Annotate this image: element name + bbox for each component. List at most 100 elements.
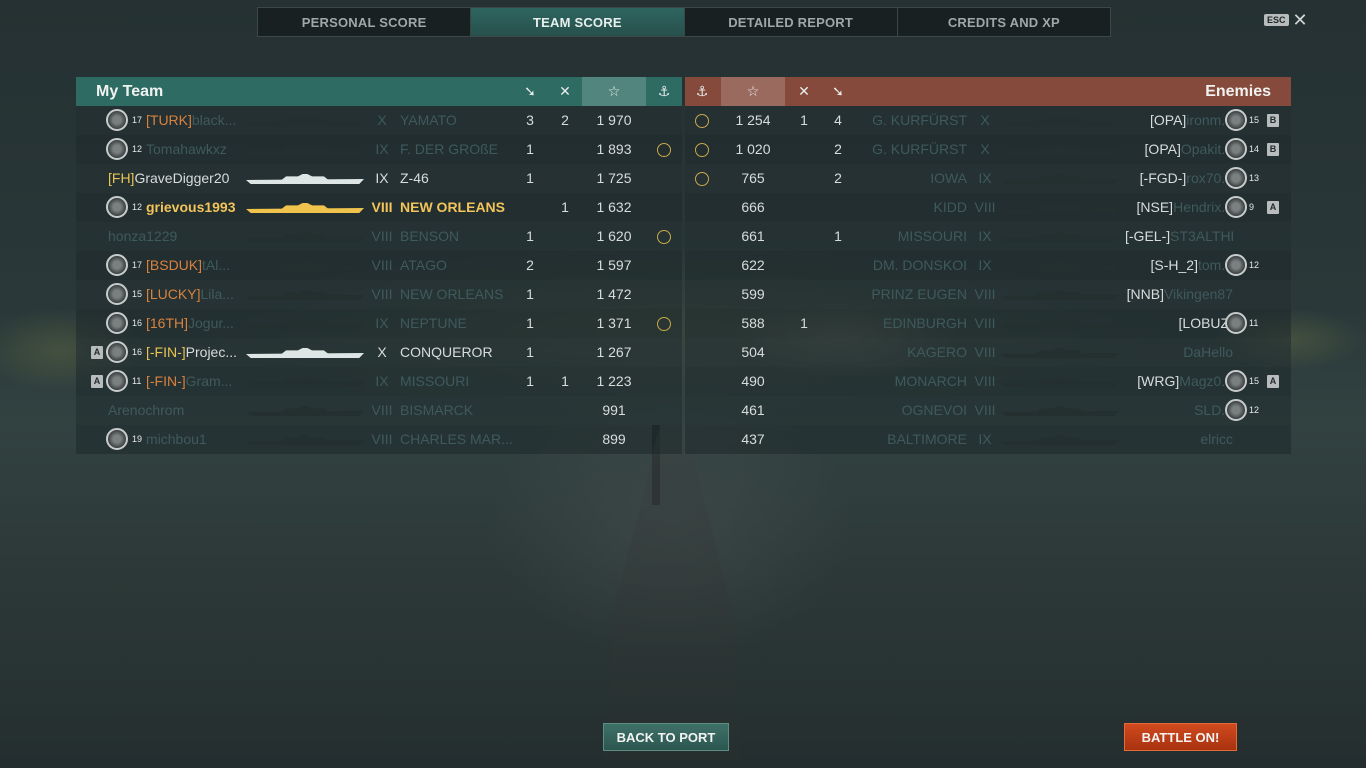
ship-tier: IX [978,170,992,186]
ship-superstructure [281,261,329,267]
ship-tier: VIII [371,402,393,418]
my-team-player-row[interactable]: A 16 [-FIN-]Projec... X CONQUEROR 1 1 267 [76,338,682,367]
my-team-player-row[interactable]: A 11 [-FIN-]Gram... IX MISSOURI 1 1 1 223 [76,367,682,396]
enemy-player-row[interactable]: 1 254 1 4 G. KURFÜRST X [OPA]ironm... 15 B [685,106,1291,135]
enemy-player-row[interactable]: 490 MONARCH VIII [WRG]Magz0... 15 A [685,367,1291,396]
ship-name: BALTIMORE [887,431,967,447]
clan-tag: [-FIN-] [146,373,186,389]
player-name: GraveDigger20 [134,170,230,186]
my-team-player-row[interactable]: 12 Tomahawkxz IX F. DER GROßE 1 1 893 [76,135,682,164]
battle-on-button[interactable]: BATTLE ON! [1124,723,1237,751]
score-value: 599 [741,286,765,302]
ship-name: BENSON [400,228,460,244]
my-team-player-row[interactable]: 17 [TURK]black... X YAMATO 3 2 1 970 [76,106,682,135]
ship-superstructure [281,232,329,238]
player-name-cell: SLD... [1125,396,1233,425]
ship-superstructure [1036,377,1084,383]
ship-name: G. KURFÜRST [872,141,967,157]
ship-tier: VIII [974,199,996,215]
crossed-planes-icon: ✕ [559,83,571,99]
ship-tier: VIII [371,257,393,273]
enemy-player-row[interactable]: 588 1 EDINBURGH VIII [LOBUZ] 11 [685,309,1291,338]
my-team-player-row[interactable]: Arenochrom VIII BISMARCK 991 [76,396,682,425]
rank-emblem-icon [1225,399,1247,421]
ship-silhouette [246,319,364,329]
rank-level: 19 [132,434,143,444]
ship-tier: VIII [371,228,393,244]
ship-silhouette [246,435,364,445]
ship-superstructure [281,203,329,209]
enemy-player-row[interactable]: 666 KIDD VIII [NSE]Hendrix... 9 A [685,193,1291,222]
tab-team-score[interactable]: TEAM SCORE [471,8,685,36]
ship-superstructure [281,116,329,122]
kills-count: 1 [526,228,534,244]
my-team-player-row[interactable]: 16 [16TH]Jogur... IX NEPTUNE 1 1 371 [76,309,682,338]
enemy-player-row[interactable]: 437 BALTIMORE IX elricc [685,425,1291,454]
score-board: My Team ➘ ✕ ☆ ⚓ ⚓ ☆ ✕ ➘ Enemies 17 [TURK]… [76,77,1291,454]
ship-silhouette [246,174,364,184]
close-icon[interactable]: ✕ [1293,11,1308,29]
player-name: Lila... [200,286,234,302]
tab-credits-and-xp[interactable]: CREDITS AND XP [898,8,1110,36]
enemy-player-row[interactable]: 622 DM. DONSKOI IX [S-H_2]tom... 12 [685,251,1291,280]
enemy-player-row[interactable]: 765 2 IOWA IX [-FGD-]rox70... 13 [685,164,1291,193]
kills-count: 3 [526,112,534,128]
rank-level: 11 [1249,318,1259,328]
enemy-player-row[interactable]: 504 KAGERO VIII DaHello [685,338,1291,367]
player-name-cell: [NNB]Vikingen87 [1125,280,1233,309]
score-row: 19 michbou1 VIII CHARLES MAR... 899 437 BALTIM… [76,425,1291,454]
my-team-player-row[interactable]: 15 [LUCKY]Lila... VIII NEW ORLEANS 1 1 472 [76,280,682,309]
ship-superstructure [1036,290,1084,296]
my-team-player-row[interactable]: 19 michbou1 VIII CHARLES MAR... 899 [76,425,682,454]
my-team-player-row[interactable]: [FH]GraveDigger20 IX Z-46 1 1 725 [76,164,682,193]
rank-emblem-icon [1225,109,1247,131]
score-row: 16 [16TH]Jogur... IX NEPTUNE 1 1 371 588 1 EDINB… [76,309,1291,338]
back-to-port-button[interactable]: BACK TO PORT [603,723,729,751]
clan-tag: [NNB] [1126,286,1164,302]
player-name-cell: [OPA]ironm... [1125,106,1233,135]
rank-level: 15 [1249,376,1260,386]
my-team-player-row[interactable]: 12 grievous1993 VIII NEW ORLEANS 1 1 632 [76,193,682,222]
player-name: honza1229 [108,228,178,244]
player-name-cell: [S-H_2]tom... [1125,251,1233,280]
ship-superstructure [281,290,329,296]
anchor-medal-icon [695,114,709,128]
player-name-cell: [OPA]Opakit... [1125,135,1233,164]
player-name: michbou1 [146,431,207,447]
my-team-player-row[interactable]: 17 [BSDUK]tAl... VIII ATAGO 2 1 597 [76,251,682,280]
close-control[interactable]: ESC ✕ [1264,11,1308,29]
clan-tag: [-FGD-] [1139,170,1187,186]
enemy-player-row[interactable]: 1 020 2 G. KURFÜRST X [OPA]Opakit... 14 B [685,135,1291,164]
enemy-player-row[interactable]: 461 OGNEVOI VIII SLD... 12 [685,396,1291,425]
player-name-cell: [-FIN-]Gram... [146,367,246,396]
clan-tag: [WRG] [1137,373,1180,389]
ship-superstructure [1036,116,1084,122]
kills-count: 1 [526,344,534,360]
player-name-cell: michbou1 [146,425,246,454]
tab-personal-score[interactable]: PERSONAL SCORE [258,8,472,36]
my-team-player-row[interactable]: honza1229 VIII BENSON 1 1 620 [76,222,682,251]
score-value: 899 [602,431,626,447]
ship-tier: IX [375,141,389,157]
score-value: 1 632 [596,199,632,215]
clan-tag: [FH] [108,170,135,186]
rank-emblem-icon [106,370,128,392]
enemy-player-row[interactable]: 661 1 MISSOURI IX [-GEL-]ST3ALTHP... [685,222,1291,251]
rank-level: 12 [1249,260,1260,270]
ship-name: KAGERO [907,344,967,360]
division-badge: B [1267,143,1279,156]
player-name: Projec... [185,344,238,360]
ship-superstructure [281,319,329,325]
rank-level: 13 [1249,173,1260,183]
ship-tier: VIII [974,286,996,302]
player-name: Arenochrom [108,402,185,418]
ship-name: G. KURFÜRST [872,112,967,128]
my-team-header: My Team ➘ ✕ ☆ ⚓ [76,77,682,106]
ship-silhouette [1001,116,1119,126]
ship-name: MISSOURI [897,228,967,244]
enemy-player-row[interactable]: 599 PRINZ EUGEN VIII [NNB]Vikingen87 [685,280,1291,309]
rank-level: 12 [132,144,143,154]
ship-silhouette [1001,203,1119,213]
ship-name: NEPTUNE [400,315,467,331]
tab-detailed-report[interactable]: DETAILED REPORT [685,8,898,36]
